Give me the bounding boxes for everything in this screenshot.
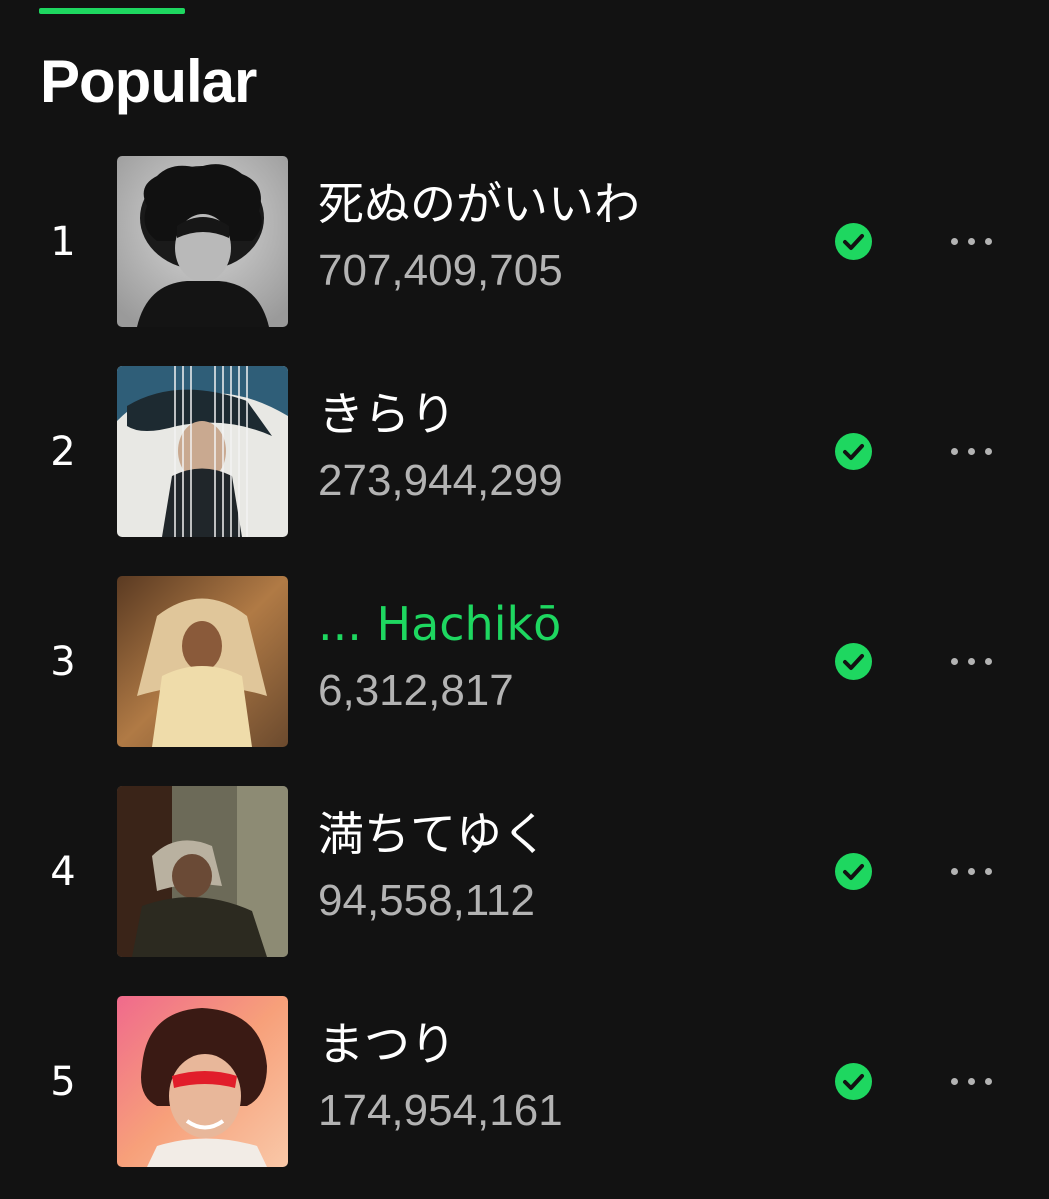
album-art [117, 156, 288, 327]
track-rank: 2 [50, 429, 76, 475]
play-count: 6,312,817 [318, 666, 514, 715]
track-row[interactable]: 5 まつり 174,954,161 [0, 996, 1049, 1168]
tab-indicator [39, 8, 185, 14]
check-circle-icon[interactable] [835, 433, 872, 470]
track-rank: 1 [50, 219, 76, 265]
play-count: 707,409,705 [318, 246, 563, 295]
check-circle-icon[interactable] [835, 1063, 872, 1100]
track-title[interactable]: 死ぬのがいいわ [318, 174, 640, 234]
track-row[interactable]: 1 死ぬのがいいわ 707,409,705 [0, 156, 1049, 328]
album-art [117, 576, 288, 747]
track-row[interactable]: 2 きらり 273,944,299 [0, 366, 1049, 538]
check-circle-icon[interactable] [835, 223, 872, 260]
popular-tracks-page: Popular 1 死ぬのがいいわ 707,409,705 2 きらり 273,… [0, 0, 1049, 1199]
more-options-icon[interactable] [938, 426, 1004, 476]
album-art [117, 996, 288, 1167]
play-count: 273,944,299 [318, 456, 563, 505]
play-count: 174,954,161 [318, 1086, 563, 1135]
track-rank: 3 [50, 639, 76, 685]
more-options-icon[interactable] [938, 636, 1004, 686]
more-options-icon[interactable] [938, 216, 1004, 266]
track-row[interactable]: 4 満ちてゆく 94,558,112 [0, 786, 1049, 958]
more-options-icon[interactable] [938, 1056, 1004, 1106]
album-art [117, 366, 288, 537]
check-circle-icon[interactable] [835, 643, 872, 680]
track-rank: 4 [50, 849, 76, 895]
album-art [117, 786, 288, 957]
section-title: Popular [40, 48, 257, 115]
track-title[interactable]: きらり [318, 384, 456, 444]
track-title[interactable]: ... Hachikō [318, 594, 561, 654]
track-rank: 5 [50, 1059, 76, 1105]
track-row[interactable]: 3 ... Hachikō 6,312,817 [0, 576, 1049, 748]
track-title[interactable]: 満ちてゆく [318, 804, 548, 864]
check-circle-icon[interactable] [835, 853, 872, 890]
track-title[interactable]: まつり [318, 1014, 456, 1074]
play-count: 94,558,112 [318, 876, 535, 925]
more-options-icon[interactable] [938, 846, 1004, 896]
